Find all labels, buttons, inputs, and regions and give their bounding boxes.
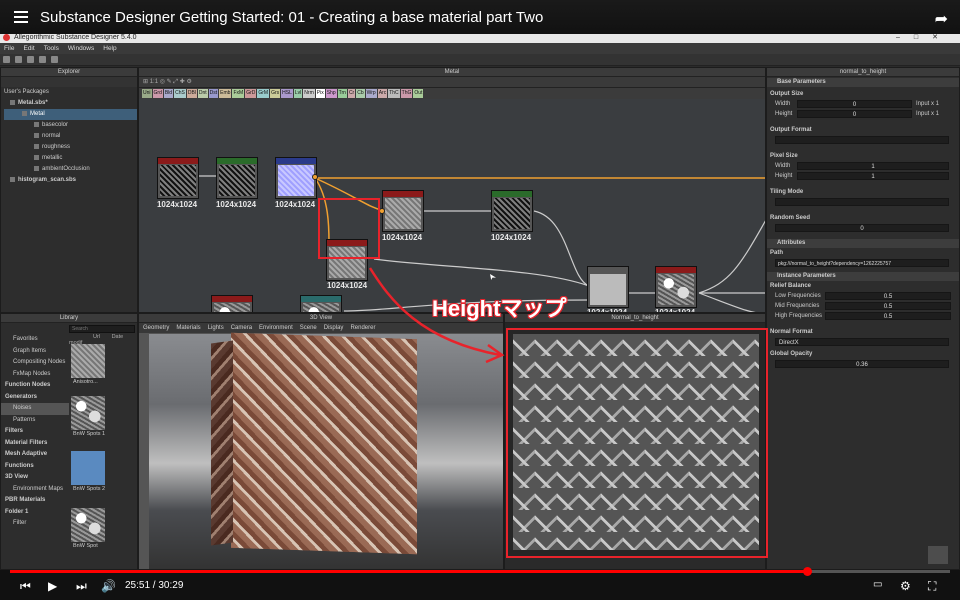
video-title: Substance Designer Getting Started: 01 -… — [40, 8, 544, 26]
video-title-bar: Substance Designer Getting Started: 01 -… — [0, 0, 960, 34]
fullscreen-icon[interactable]: ⛶ — [928, 579, 936, 594]
settings-icon[interactable]: ⚙ — [900, 579, 911, 593]
annotation-label: Heightマップ — [432, 296, 567, 321]
video-controls: ⏮ ▶ ⏭ 🔊 25:51 / 30:29 ▭ ⚙ ⛶ — [0, 567, 960, 600]
share-icon[interactable]: ➦ — [935, 9, 948, 29]
previous-icon[interactable]: ⏮ — [20, 579, 31, 594]
next-icon[interactable]: ⏭ — [76, 579, 87, 594]
volume-icon[interactable]: 🔊 — [101, 579, 116, 593]
menu-icon[interactable] — [14, 11, 28, 23]
channel-watermark — [928, 546, 948, 564]
video-time: 25:51 / 30:29 — [125, 580, 184, 591]
video-progress-bar[interactable] — [10, 567, 950, 576]
play-icon[interactable]: ▶ — [48, 579, 57, 593]
captions-icon[interactable]: ▭ — [873, 579, 882, 590]
